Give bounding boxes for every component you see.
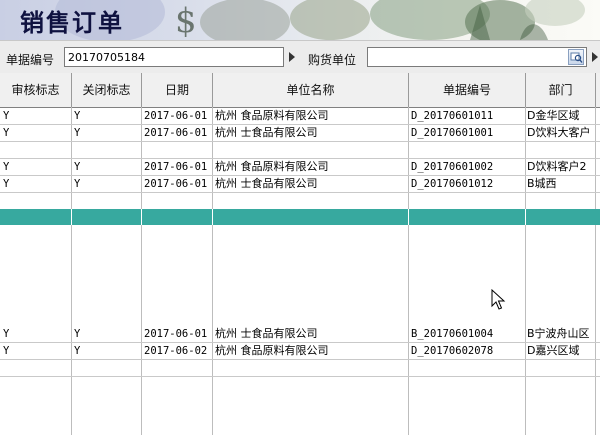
cell-dept: D饮料客户2 [527,160,587,173]
cell-date: 2017-06-01 [144,161,208,173]
svg-text:$: $ [175,1,197,40]
col-header-dept[interactable]: 部门 [526,73,596,107]
cell-unit-name: 杭州 食品原料有限公司 [215,344,329,357]
order-no-label: 单据编号 [6,53,55,67]
cell-doc-no: D_20170602078 [411,345,494,357]
cell-doc-no: B_20170601004 [411,328,494,340]
cell-dept: D饮料大客户 [527,126,591,139]
cell-doc-no: D_20170601002 [411,161,494,173]
cell-audit: Y [3,345,10,357]
table-row[interactable]: Y Y 2017-06-01 杭州 士食品有限公司 D_20170601001 … [0,125,600,142]
table-row-empty[interactable] [0,360,600,377]
col-divider [212,209,213,225]
selected-row[interactable] [0,209,600,225]
cell-doc-no: D_20170601012 [411,178,494,190]
col-header-date[interactable]: 日期 [142,73,213,107]
col-header-unit-name[interactable]: 单位名称 [213,73,409,107]
col-header-more [596,73,600,107]
play-triangle-icon-2[interactable] [592,52,598,62]
cell-date: 2017-06-01 [144,178,208,190]
table-row[interactable]: Y Y 2017-06-01 杭州 食品原料有限公司 D_20170601002… [0,159,600,176]
cell-dept: D金华区域 [527,109,580,122]
col-header-closed[interactable]: 关闭标志 [72,73,142,107]
cell-closed: Y [74,178,81,190]
lookup-icon[interactable] [568,49,584,65]
order-no-input[interactable] [64,47,284,67]
cell-dept: B宁波舟山区 [527,327,590,340]
cell-dept: B城西 [527,177,557,190]
cell-unit-name: 杭州 食品原料有限公司 [215,160,329,173]
table-row[interactable]: Y Y 2017-06-01 杭州 食品原料有限公司 D_20170601011… [0,108,600,125]
col-divider [71,209,72,225]
sales-order-grid: 审核标志 关闭标志 日期 单位名称 单据编号 部门 Y Y 2017-06-01… [0,73,600,435]
col-divider [408,209,409,225]
cell-date: 2017-06-02 [144,345,208,357]
cell-audit: Y [3,127,10,139]
cell-closed: Y [74,161,81,173]
cell-unit-name: 杭州 士食品有限公司 [215,327,318,340]
cell-unit-name: 杭州 士食品有限公司 [215,177,318,190]
cell-closed: Y [74,345,81,357]
grid-header: 审核标志 关闭标志 日期 单位名称 单据编号 部门 [0,73,600,108]
col-header-audit[interactable]: 审核标志 [0,73,72,107]
cell-closed: Y [74,110,81,122]
cell-date: 2017-06-01 [144,110,208,122]
purchaser-input[interactable] [367,47,587,67]
table-row[interactable]: Y Y 2017-06-01 杭州 士食品有限公司 D_20170601012 … [0,176,600,193]
cell-unit-name: 杭州 食品原料有限公司 [215,109,329,122]
cell-date: 2017-06-01 [144,127,208,139]
cell-audit: Y [3,161,10,173]
cell-date: 2017-06-01 [144,328,208,340]
cell-closed: Y [74,328,81,340]
col-header-doc-no[interactable]: 单据编号 [409,73,526,107]
cell-audit: Y [3,328,10,340]
cell-doc-no: D_20170601011 [411,110,494,122]
cell-audit: Y [3,110,10,122]
table-row-empty[interactable] [0,142,600,159]
table-row[interactable]: Y Y 2017-06-02 杭州 食品原料有限公司 D_20170602078… [0,343,600,360]
col-divider [141,209,142,225]
cell-audit: Y [3,178,10,190]
table-row[interactable]: Y Y 2017-06-01 杭州 士食品有限公司 B_20170601004 … [0,326,600,343]
cell-dept: D嘉兴区域 [527,344,580,357]
cell-doc-no: D_20170601001 [411,127,494,139]
page-title: 销售订单 [20,9,124,37]
mouse-pointer-icon [491,289,506,310]
cell-closed: Y [74,127,81,139]
purchaser-label: 购货单位 [308,53,357,67]
title-banner: $ 销售订单 [0,0,600,40]
play-triangle-icon[interactable] [289,52,295,62]
col-divider [525,209,526,225]
cell-unit-name: 杭州 士食品有限公司 [215,126,318,139]
filter-bar: 单据编号 购货单位 [0,40,600,74]
